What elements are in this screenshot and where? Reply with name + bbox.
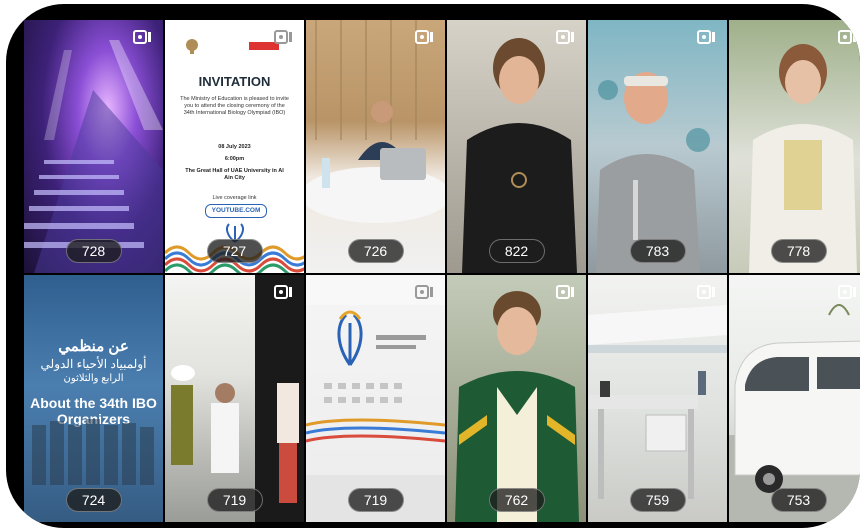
student-thumbnail <box>596 72 710 273</box>
auditorium-thumbnail <box>24 40 163 273</box>
reel-tile[interactable]: INVITATION The Ministry of Education is … <box>165 20 304 273</box>
organizers-arabic-heading: عن منظمي أولمبياد الأحياء الدولي الرابع … <box>24 337 163 384</box>
reel-tile[interactable]: 778 <box>729 20 860 273</box>
reel-icon <box>697 285 715 299</box>
reel-icon <box>838 30 856 44</box>
student-thumbnail <box>462 38 577 273</box>
student-thumbnail <box>455 291 579 522</box>
reel-icon <box>556 285 574 299</box>
van-thumbnail <box>729 304 860 522</box>
view-count: 759 <box>629 488 686 512</box>
view-count: 719 <box>206 488 263 512</box>
invitation-title: INVITATION <box>198 74 271 89</box>
reel-tile[interactable]: 719 <box>165 275 304 522</box>
view-count: 726 <box>347 239 404 263</box>
view-count: 719 <box>347 488 404 512</box>
reel-tile[interactable]: 783 <box>588 20 727 273</box>
view-count: 778 <box>770 239 827 263</box>
reel-icon <box>697 30 715 44</box>
view-count: 822 <box>488 239 545 263</box>
reel-icon <box>274 285 292 299</box>
invitation-venue: The Great Hall of UAE University in Al A… <box>185 168 284 181</box>
bus-boarding-thumbnail <box>171 275 304 522</box>
reel-icon <box>274 30 292 44</box>
view-count: 724 <box>65 488 122 512</box>
invitation-date: 08 July 2023 <box>218 144 251 150</box>
reel-tile[interactable]: 759 <box>588 275 727 522</box>
reel-tile[interactable]: 719 <box>306 275 445 522</box>
reel-icon <box>556 30 574 44</box>
reel-tile[interactable]: عن منظمي أولمبياد الأحياء الدولي الرابع … <box>24 275 163 522</box>
invitation-live-label: Live coverage link <box>212 195 257 201</box>
student-thumbnail <box>749 44 857 273</box>
reels-grid: 728 INVITATION The Ministry of Education… <box>24 20 860 522</box>
ibo-wall-thumbnail <box>306 275 445 522</box>
reel-icon <box>415 285 433 299</box>
reel-tile[interactable]: 726 <box>306 20 445 273</box>
arabic-line-1: عن منظمي <box>58 338 129 355</box>
uae-emblem-icon <box>186 39 198 54</box>
exam-hall-thumbnail <box>588 305 727 499</box>
invitation-body: The Ministry of Education is pleased to … <box>180 96 289 116</box>
organizers-english-heading: About the 34th IBO Organizers <box>30 395 157 427</box>
view-count: 753 <box>770 488 827 512</box>
reel-icon <box>838 285 856 299</box>
view-count: 783 <box>629 239 686 263</box>
reel-tile[interactable]: 762 <box>447 275 586 522</box>
arabic-line-2: أولمبياد الأحياء الدولي <box>40 357 147 371</box>
view-count: 727 <box>206 239 263 263</box>
meeting-thumbnail <box>306 20 445 223</box>
youtube-link[interactable]: YOUTUBE.COM <box>205 204 267 218</box>
arabic-line-3: الرابع والثلاثون <box>63 373 124 384</box>
invitation-time: 6:00pm <box>224 156 245 162</box>
reel-icon <box>133 30 151 44</box>
reel-tile[interactable]: 728 <box>24 20 163 273</box>
view-count: 762 <box>488 488 545 512</box>
reel-tile[interactable]: 753 <box>729 275 860 522</box>
reel-tile[interactable]: 822 <box>447 20 586 273</box>
view-count: 728 <box>65 239 122 263</box>
reels-grid-frame: 728 INVITATION The Ministry of Education… <box>6 4 860 528</box>
reel-icon <box>415 30 433 44</box>
